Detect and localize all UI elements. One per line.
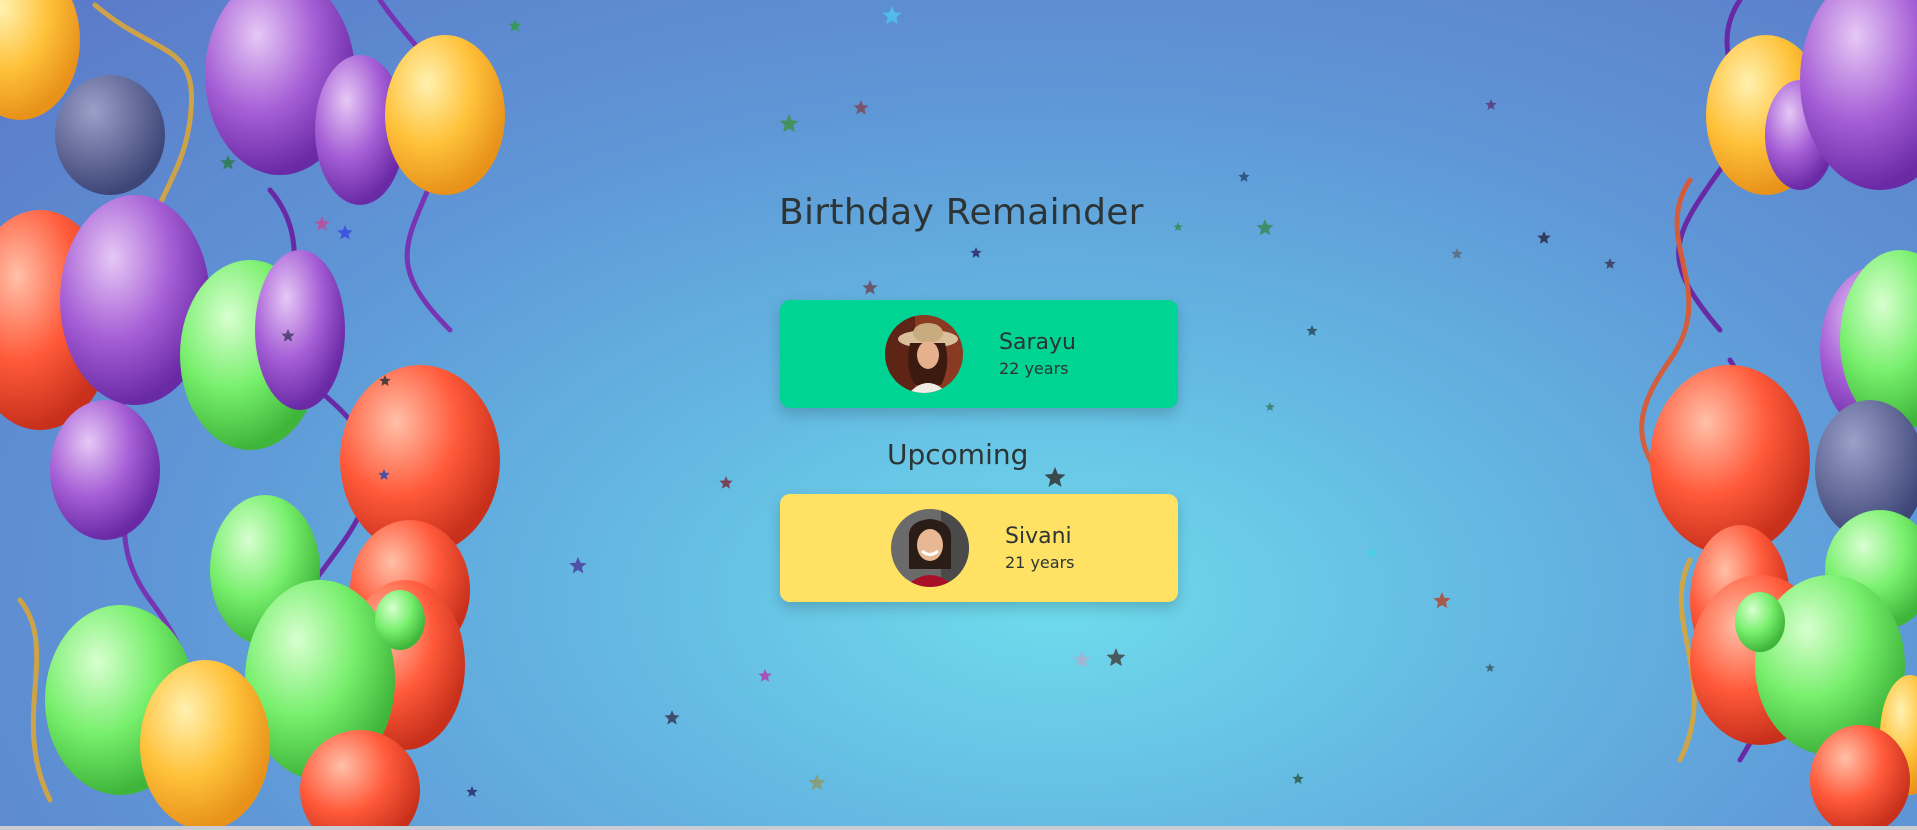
confetti-star bbox=[1537, 231, 1551, 244]
upcoming-heading: Upcoming bbox=[887, 438, 1029, 471]
confetti-star bbox=[508, 19, 522, 32]
confetti-star bbox=[970, 247, 982, 258]
person-age: 22 years bbox=[999, 359, 1069, 378]
confetti-star bbox=[719, 476, 733, 489]
confetti-star bbox=[779, 114, 799, 133]
confetti-star bbox=[314, 216, 330, 231]
confetti-star bbox=[882, 6, 902, 25]
confetti-star bbox=[664, 710, 680, 725]
confetti-star bbox=[1173, 222, 1183, 231]
confetti-star bbox=[466, 786, 478, 797]
confetti-star bbox=[862, 280, 878, 295]
avatar bbox=[891, 509, 969, 587]
confetti-star bbox=[808, 774, 826, 791]
confetti-star bbox=[1238, 171, 1250, 182]
confetti-star bbox=[1451, 248, 1463, 259]
avatar bbox=[885, 315, 963, 393]
confetti-star bbox=[337, 225, 353, 240]
confetti-star bbox=[1256, 219, 1274, 236]
confetti-star bbox=[1073, 651, 1091, 668]
person-name: Sivani bbox=[1005, 524, 1072, 549]
confetti-star bbox=[1292, 773, 1304, 784]
confetti-star bbox=[1044, 467, 1066, 487]
balloons-background-image bbox=[0, 0, 1917, 830]
confetti-star bbox=[758, 669, 772, 682]
confetti-star bbox=[1485, 99, 1497, 110]
page-title: Birthday Remainder bbox=[779, 192, 1144, 233]
confetti-star bbox=[1485, 663, 1495, 672]
confetti-star bbox=[1433, 592, 1451, 609]
confetti-star bbox=[1306, 325, 1318, 336]
person-name: Sarayu bbox=[999, 330, 1076, 355]
confetti-star bbox=[569, 557, 587, 574]
confetti-star bbox=[1106, 648, 1126, 667]
confetti-star bbox=[220, 155, 236, 170]
confetti-star bbox=[1365, 546, 1379, 559]
upcoming-birthday-card: Sivani 21 years bbox=[780, 494, 1178, 602]
person-age: 21 years bbox=[1005, 553, 1075, 572]
today-birthday-card: Sarayu 22 years bbox=[780, 300, 1178, 408]
bottom-divider bbox=[0, 826, 1917, 830]
confetti-star bbox=[853, 100, 869, 115]
confetti-star bbox=[1265, 402, 1275, 411]
confetti-star bbox=[1604, 258, 1616, 269]
